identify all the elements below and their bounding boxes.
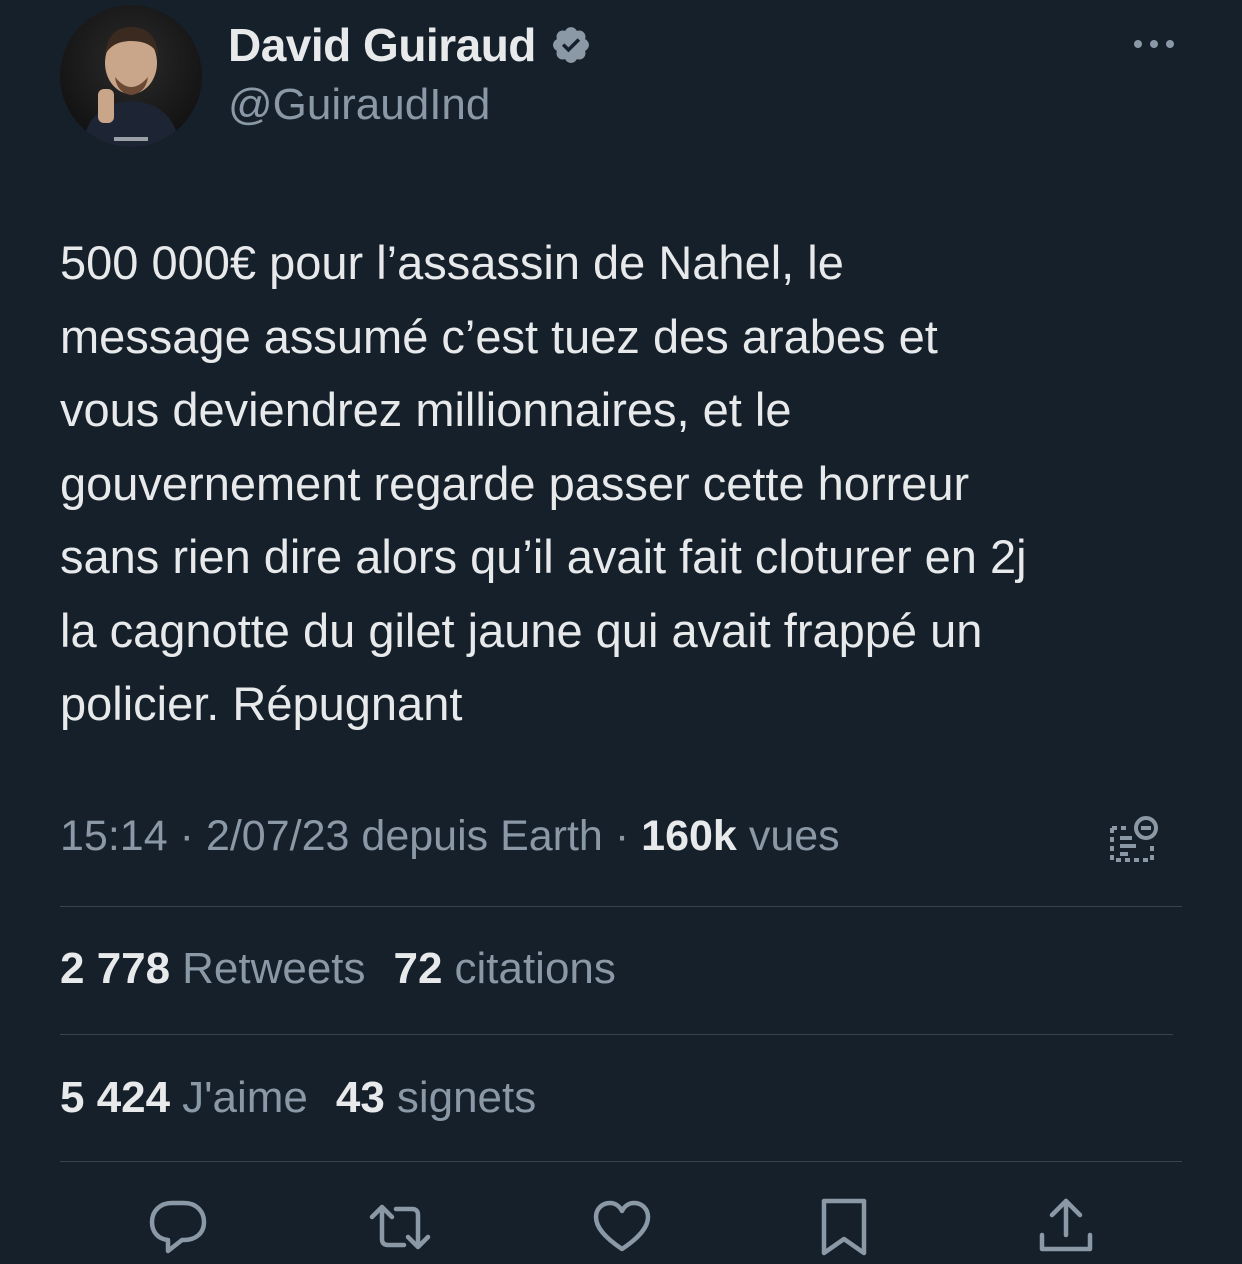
like-stats-row: 5 424 J'aime 43 signets [60, 1073, 564, 1123]
share-icon [1039, 1198, 1093, 1252]
retweet-icon [369, 1204, 431, 1250]
quotes-label: citations [454, 944, 616, 993]
views-label: vues [748, 812, 840, 860]
analytics-icon [1110, 816, 1158, 862]
heart-icon [593, 1200, 651, 1252]
retweets-label: Retweets [182, 944, 366, 993]
likes-count: 5 424 [60, 1073, 171, 1122]
likes-label: J'aime [182, 1073, 308, 1122]
bookmark-button[interactable] [812, 1195, 876, 1259]
share-button[interactable] [1034, 1195, 1098, 1259]
more-options-icon [1134, 40, 1174, 48]
like-button[interactable] [590, 1195, 654, 1259]
divider [60, 906, 1182, 907]
retweets-count: 2 778 [60, 944, 171, 993]
retweet-button[interactable] [368, 1195, 432, 1259]
bookmark-icon [821, 1198, 867, 1256]
divider [60, 1161, 1182, 1162]
tweet-time[interactable]: 15:14 [60, 812, 168, 861]
retweet-stats-row: 2 778 Retweets 72 citations [60, 944, 644, 994]
tweet-meta: 15:14 · 2/07/23 depuis Earth · 160k vues [60, 812, 840, 861]
quotes-count: 72 [393, 944, 443, 993]
tweet-source: depuis Earth [361, 812, 603, 860]
action-bar [0, 1195, 1242, 1264]
tweet-text: 500 000€ pour l’assassin de Nahel, le me… [60, 236, 1027, 730]
likes-stat[interactable]: 5 424 J'aime [60, 1073, 308, 1123]
avatar-photo [82, 27, 180, 147]
tweet-date[interactable]: 2/07/23 [206, 812, 349, 861]
bookmarks-stat[interactable]: 43 signets [336, 1073, 536, 1123]
quotes-stat[interactable]: 72 citations [394, 944, 616, 994]
avatar[interactable] [60, 5, 202, 147]
author-display-name[interactable]: David Guiraud [228, 18, 536, 72]
reply-button[interactable] [146, 1195, 210, 1259]
bookmarks-label: signets [396, 1073, 537, 1122]
meta-separator: · [614, 812, 630, 860]
verified-badge-icon [552, 27, 589, 63]
analytics-button[interactable] [1106, 814, 1160, 868]
meta-separator: · [179, 812, 194, 860]
reply-icon [149, 1200, 207, 1254]
author-name-row[interactable]: David Guiraud [228, 18, 592, 72]
bookmarks-count: 43 [335, 1073, 385, 1122]
views-count: 160k [641, 812, 737, 860]
divider [60, 1034, 1173, 1035]
more-options-button[interactable] [1128, 26, 1180, 62]
retweets-stat[interactable]: 2 778 Retweets [60, 944, 366, 994]
author-handle[interactable]: @GuiraudInd [228, 80, 490, 130]
